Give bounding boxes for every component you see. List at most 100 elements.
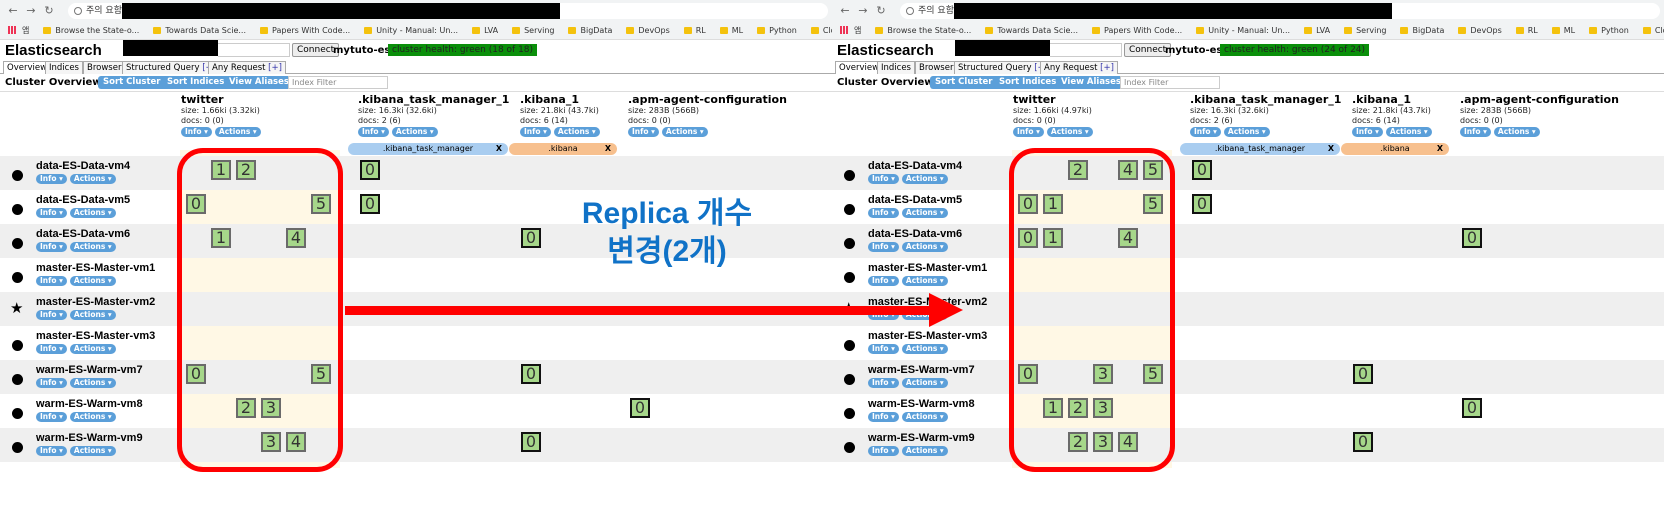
shard-box[interactable]: 0 — [1462, 398, 1482, 418]
index-info-button[interactable]: Info ▾ — [520, 127, 551, 137]
index-actions-button[interactable]: Actions ▾ — [214, 127, 261, 137]
redacted-host-input[interactable] — [955, 40, 1050, 56]
index-info-button[interactable]: Info ▾ — [181, 127, 212, 137]
bookmark-item[interactable]: DevOps — [1458, 22, 1502, 39]
node-info-button[interactable]: Info ▾ — [36, 174, 67, 184]
bookmark-item[interactable]: Python — [1589, 22, 1629, 39]
shard-box[interactable]: 0 — [1353, 364, 1373, 384]
bookmark-item[interactable]: Cloud — [810, 22, 832, 39]
index-actions-button[interactable]: Actions ▾ — [661, 127, 708, 137]
node-info-button[interactable]: Info ▾ — [36, 310, 67, 320]
forward-icon[interactable]: → — [24, 4, 38, 18]
node-actions-button[interactable]: Actions ▾ — [69, 276, 116, 286]
node-info-button[interactable]: Info ▾ — [868, 412, 899, 422]
node-actions-button[interactable]: Actions ▾ — [69, 242, 116, 252]
node-actions-button[interactable]: Actions ▾ — [901, 446, 948, 456]
index-actions-button[interactable]: Actions ▾ — [1223, 127, 1270, 137]
node-info-button[interactable]: Info ▾ — [36, 344, 67, 354]
reload-icon[interactable]: ↻ — [42, 4, 56, 18]
alias-remove-icon[interactable]: X — [605, 143, 611, 155]
node-actions-button[interactable]: Actions ▾ — [69, 174, 116, 184]
node-actions-button[interactable]: Actions ▾ — [901, 242, 948, 252]
node-info-button[interactable]: Info ▾ — [36, 446, 67, 456]
apps-icon[interactable] — [840, 26, 848, 34]
node-info-button[interactable]: Info ▾ — [868, 446, 899, 456]
tab-structured-query[interactable]: Structured Query [+] — [954, 61, 1052, 74]
bookmark-item[interactable]: RL — [1515, 22, 1538, 39]
node-actions-button[interactable]: Actions ▾ — [69, 344, 116, 354]
index-info-button[interactable]: Info ▾ — [1352, 127, 1383, 137]
bookmark-item[interactable]: 앱 — [22, 22, 29, 39]
tab-browser[interactable]: Browser — [915, 61, 958, 74]
tab-indices[interactable]: Indices — [45, 61, 83, 74]
bookmark-item[interactable]: Python — [757, 22, 797, 39]
bookmark-item[interactable]: DevOps — [626, 22, 670, 39]
alias-remove-icon[interactable]: X — [496, 143, 502, 155]
bookmark-item[interactable]: Unity - Manual: Un... — [1196, 22, 1290, 39]
forward-icon[interactable]: → — [856, 4, 870, 18]
tab-overview[interactable]: Overview — [835, 61, 884, 74]
shard-box[interactable]: 0 — [630, 398, 650, 418]
bookmark-item[interactable]: RL — [683, 22, 706, 39]
tab-structured-query[interactable]: Structured Query [+] — [122, 61, 220, 74]
index-actions-button[interactable]: Actions ▾ — [1493, 127, 1540, 137]
shard-box[interactable]: 0 — [360, 160, 380, 180]
node-actions-button[interactable]: Actions ▾ — [69, 446, 116, 456]
node-actions-button[interactable]: Actions ▾ — [901, 378, 948, 388]
node-info-button[interactable]: Info ▾ — [36, 412, 67, 422]
host-input-rest[interactable] — [218, 43, 290, 57]
shard-box[interactable]: 0 — [1462, 228, 1482, 248]
bookmark-item[interactable]: Browse the State-o... — [43, 22, 139, 39]
shard-box[interactable]: 0 — [360, 194, 380, 214]
index-actions-button[interactable]: Actions ▾ — [391, 127, 438, 137]
node-actions-button[interactable]: Actions ▾ — [69, 208, 116, 218]
node-info-button[interactable]: Info ▾ — [868, 276, 899, 286]
alias-remove-icon[interactable]: X — [1437, 143, 1443, 155]
node-actions-button[interactable]: Actions ▾ — [69, 310, 116, 320]
tab-overview[interactable]: Overview — [3, 61, 52, 74]
node-info-button[interactable]: Info ▾ — [36, 242, 67, 252]
bookmark-item[interactable]: Serving — [512, 22, 554, 39]
index-info-button[interactable]: Info ▾ — [358, 127, 389, 137]
node-info-button[interactable]: Info ▾ — [36, 276, 67, 286]
bookmark-item[interactable]: Towards Data Scie... — [153, 22, 246, 39]
index-info-button[interactable]: Info ▾ — [628, 127, 659, 137]
back-icon[interactable]: ← — [838, 4, 852, 18]
back-icon[interactable]: ← — [6, 4, 20, 18]
bookmark-item[interactable]: Unity - Manual: Un... — [364, 22, 458, 39]
index-info-button[interactable]: Info ▾ — [1460, 127, 1491, 137]
shard-box[interactable]: 0 — [1192, 194, 1212, 214]
alias-remove-icon[interactable]: X — [1328, 143, 1334, 155]
tab-any-request[interactable]: Any Request [+] — [1040, 61, 1118, 74]
alias-kibana[interactable]: .kibana X — [1341, 143, 1449, 155]
index-filter-input[interactable]: Index Filter — [1120, 76, 1220, 89]
shard-box[interactable]: 0 — [521, 228, 541, 248]
shard-box[interactable]: 0 — [521, 432, 541, 452]
bookmark-item[interactable]: Papers With Code... — [1092, 22, 1182, 39]
bookmark-item[interactable]: ML — [719, 22, 743, 39]
index-actions-button[interactable]: Actions ▾ — [553, 127, 600, 137]
tab-plus[interactable]: [+] — [1100, 63, 1114, 73]
bookmark-item[interactable]: BigData — [568, 22, 612, 39]
bookmark-item[interactable]: Towards Data Scie... — [985, 22, 1078, 39]
node-actions-button[interactable]: Actions ▾ — [69, 412, 116, 422]
node-info-button[interactable]: Info ▾ — [868, 242, 899, 252]
shard-box[interactable]: 0 — [521, 364, 541, 384]
node-actions-button[interactable]: Actions ▾ — [901, 276, 948, 286]
node-actions-button[interactable]: Actions ▾ — [901, 412, 948, 422]
node-actions-button[interactable]: Actions ▾ — [69, 378, 116, 388]
node-actions-button[interactable]: Actions ▾ — [901, 208, 948, 218]
index-filter-input[interactable]: Index Filter — [288, 76, 388, 89]
bookmark-item[interactable]: LVA — [472, 22, 498, 39]
node-info-button[interactable]: Info ▾ — [868, 344, 899, 354]
apps-icon[interactable] — [8, 26, 16, 34]
bookmark-item[interactable]: LVA — [1304, 22, 1330, 39]
node-actions-button[interactable]: Actions ▾ — [901, 174, 948, 184]
tab-indices[interactable]: Indices — [877, 61, 915, 74]
index-info-button[interactable]: Info ▾ — [1013, 127, 1044, 137]
node-info-button[interactable]: Info ▾ — [36, 208, 67, 218]
node-info-button[interactable]: Info ▾ — [868, 378, 899, 388]
alias-kibana-task-manager[interactable]: .kibana_task_manager X — [1180, 143, 1340, 155]
node-actions-button[interactable]: Actions ▾ — [901, 344, 948, 354]
alias-kibana[interactable]: .kibana X — [509, 143, 617, 155]
